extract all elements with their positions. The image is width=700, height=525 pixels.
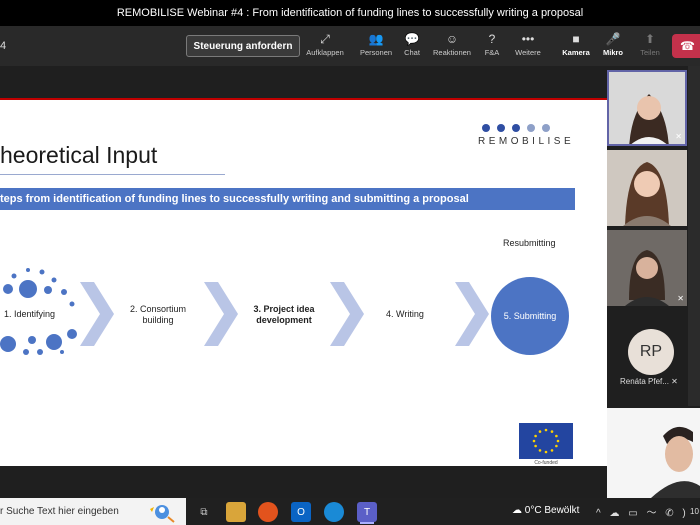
weather-widget[interactable]: ☁ 0°C Bewölkt [512,505,579,516]
question-icon: ? [488,32,496,46]
mic-off-icon: ✕ [675,132,682,141]
participant-name: Renáta Pfef... ✕ [620,377,678,386]
file-explorer-icon[interactable] [226,502,246,522]
expand-button[interactable]: ⤢ Aufklappen [303,30,347,64]
firefox-icon[interactable] [258,502,278,522]
share-button[interactable]: ⬆ Teilen [628,30,672,64]
avatar[interactable]: RP [628,329,674,375]
phone-icon: ☎ [680,39,695,53]
meeting-timer: 4 [0,40,7,52]
resubmitting-label: Resubmitting [503,238,556,248]
overflow-strip [688,66,700,406]
logo-dots [482,124,590,132]
camera-icon: ■ [572,32,580,46]
windows-taskbar: r Suche Text hier eingeben ⧉ O T ☁ 0°C B… [0,498,700,525]
chevron-right-icon [80,282,114,346]
chevron-right-icon [204,282,238,346]
step-project-idea: 3. Project idea development [253,304,315,325]
step-submitting: 5. Submitting [491,277,569,355]
meeting-toolbar: 4 Steuerung anfordern ⤢ Aufklappen 👥 Per… [0,26,700,66]
person-video-icon [607,408,700,498]
search-highlight-icon [150,505,175,523]
expand-icon: ⤢ [320,32,330,46]
taskbar-search-input[interactable]: r Suche Text hier eingeben [0,498,186,525]
mic-off-icon: ✕ [671,377,678,386]
chat-button[interactable]: 💬 Chat [390,30,434,64]
outlook-icon[interactable]: O [291,502,311,522]
person-video-icon [607,230,687,306]
taskbar-clock[interactable]: 10 [690,507,699,516]
slide-title: heoretical Input [0,142,158,168]
edge-icon[interactable] [324,502,344,522]
eu-caption: Co-funded [534,460,558,466]
chat-icon: 💬 [404,32,420,46]
window-title-bar: REMOBILISE Webinar #4 : From identificat… [0,0,700,26]
reactions-button[interactable]: ☺ Reaktionen [430,30,474,64]
title-underline [0,174,225,175]
cloud-icon: ☁ [512,505,525,516]
step-identifying: 1. Identifying [4,309,56,319]
more-button[interactable]: ••• Weitere [506,30,550,64]
mic-off-icon: ✕ [677,294,684,303]
window-title: REMOBILISE Webinar #4 : From identificat… [116,7,584,19]
active-app-indicator [360,522,374,524]
slide-top-border [0,98,607,100]
reactions-icon: ☺ [445,32,459,46]
system-tray[interactable]: ^ ☁ ▭ 〜 ✆ ) [596,504,689,519]
task-view-icon[interactable]: ⧉ [194,502,214,522]
share-icon: ⬆ [644,32,656,46]
chevron-right-icon [330,282,364,346]
participant-video-2[interactable] [607,150,687,226]
step-consortium: 2. Consortium building [129,304,187,325]
more-icon: ••• [521,32,535,46]
people-icon: 👥 [368,32,384,46]
teams-icon[interactable]: T [357,502,377,522]
leave-call-button[interactable]: ☎ [672,34,700,58]
participant-video-1[interactable]: ✕ [607,70,687,146]
person-video-icon [607,150,687,226]
remobilise-logo: REMOBILISE [478,124,590,164]
slide-banner: teps from identification of funding line… [0,188,575,210]
mic-off-icon: 🎤 [605,32,621,46]
self-video[interactable] [607,408,700,498]
logo-text: REMOBILISE [478,136,575,147]
chevron-right-icon [455,282,489,346]
eu-flag-icon [519,423,573,459]
step-writing: 4. Writing [386,309,424,319]
request-control-button[interactable]: Steuerung anfordern [186,35,300,57]
participant-video-3[interactable]: ✕ [607,230,687,306]
